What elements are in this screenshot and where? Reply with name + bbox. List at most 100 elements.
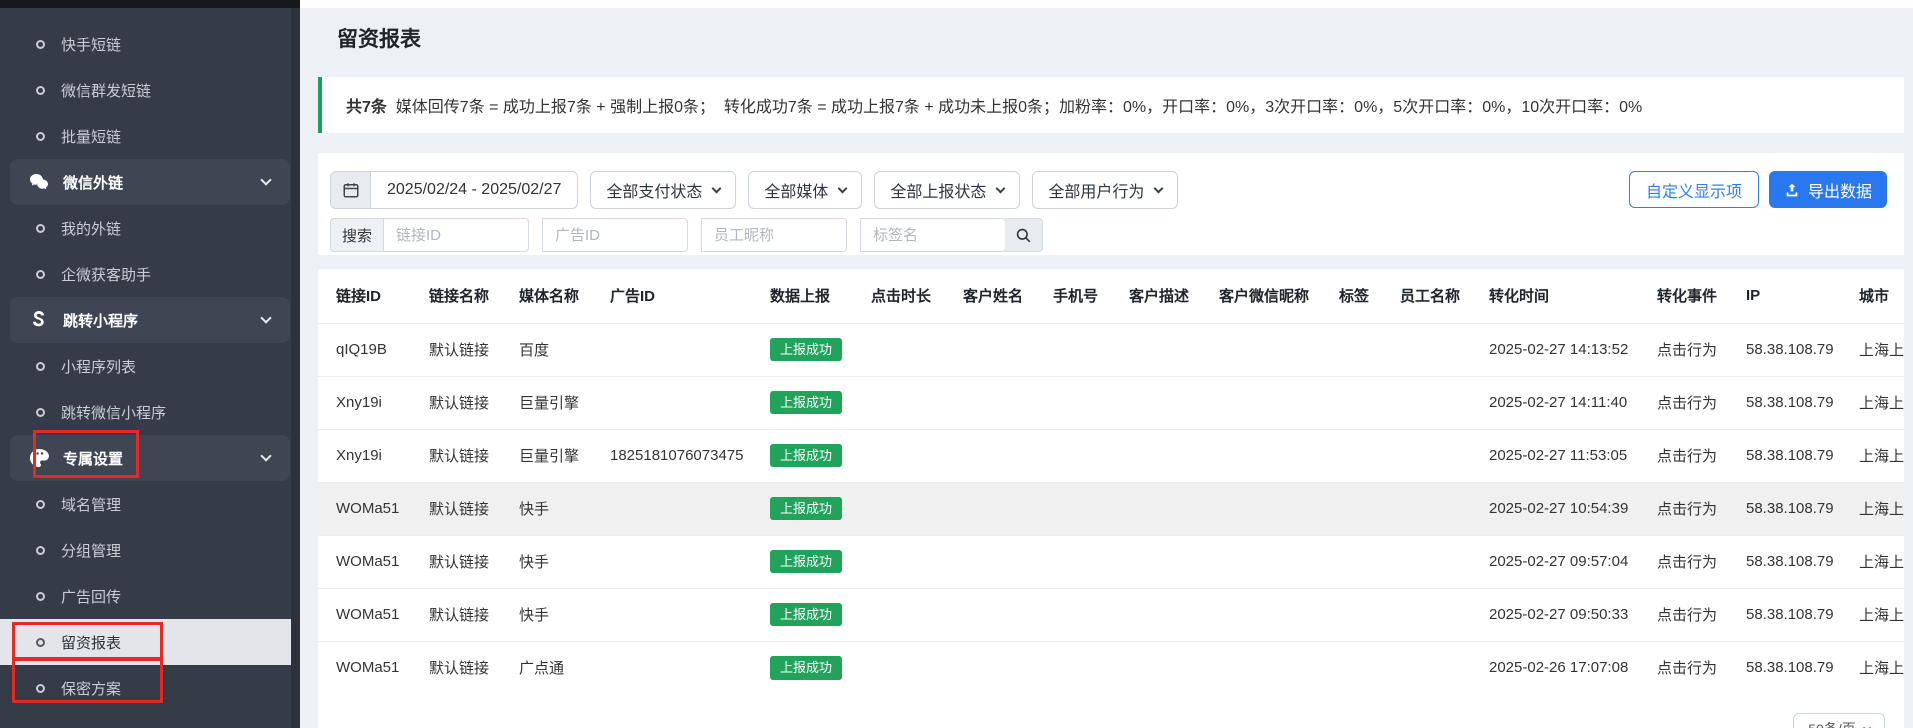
table-header-row: 链接ID 链接名称 媒体名称 广告ID 数据上报 点击时长 客户姓名 手机号 — [318, 269, 1904, 323]
cell-report-status: 上报成功 — [770, 323, 871, 376]
cell-customer-name — [963, 376, 1053, 429]
sidebar-item[interactable]: 跳转微信小程序 — [0, 389, 300, 435]
cell-customer-desc — [1129, 323, 1219, 376]
search-input[interactable] — [542, 218, 688, 252]
sidebar-item[interactable]: 分组管理 — [0, 527, 300, 573]
cell-staff-name — [1400, 376, 1489, 429]
cell-click-duration — [871, 482, 963, 535]
filter-actions: 自定义显示项 导出数据 — [1629, 171, 1887, 208]
main-content: 留资报表 共7条 媒体回传7条 = 成功上报7条 + 强制上报0条； 转化成功7… — [300, 0, 1913, 728]
filter-select[interactable]: 全部上报状态 — [874, 171, 1020, 209]
sidebar-item[interactable]: 我的外链 — [0, 205, 300, 251]
status-badge: 上报成功 — [770, 444, 842, 468]
export-data-button[interactable]: 导出数据 — [1769, 171, 1887, 208]
sidebar-item-label: 我的外链 — [61, 218, 121, 239]
cell-city: 上海上海市 — [1859, 535, 1904, 588]
page-size-select[interactable]: 50条/页 — [1793, 713, 1885, 728]
column-header: 标签 — [1339, 269, 1400, 323]
table-row[interactable]: WOMa51 默认链接 快手 上报成功 — [318, 535, 1904, 588]
cell-report-status: 上报成功 — [770, 588, 871, 641]
chevron-down-icon — [1154, 183, 1164, 193]
sidebar-item[interactable]: 快手短链 — [0, 21, 300, 67]
cell-customer-desc — [1129, 482, 1219, 535]
cell-link-name: 默认链接 — [429, 482, 519, 535]
cell-customer-desc — [1129, 641, 1219, 694]
sidebar-item[interactable] — [0, 711, 300, 728]
cell-link-id: Xny19i — [318, 429, 429, 482]
filter-select[interactable]: 全部用户行为 — [1032, 171, 1178, 209]
date-range-picker[interactable]: 2025/02/24 - 2025/02/27 — [330, 171, 578, 209]
cell-link-name: 默认链接 — [429, 588, 519, 641]
sidebar-item[interactable]: 企微获客助手 — [0, 251, 300, 297]
search-button[interactable] — [1005, 218, 1043, 252]
sidebar-item-label: 分组管理 — [61, 540, 121, 561]
sidebar-item[interactable]: 保密方案 — [0, 665, 300, 711]
column-header: 数据上报 — [770, 269, 871, 323]
cell-conversion-time: 2025-02-27 09:50:33 — [1489, 588, 1657, 641]
sidebar-item[interactable]: 微信群发短链 — [0, 67, 300, 113]
cell-conversion-event: 点击行为 — [1657, 535, 1746, 588]
cell-city: 上海上海市 — [1859, 376, 1904, 429]
chevron-down-icon — [838, 183, 848, 193]
cell-city: 上海上海市 — [1859, 641, 1904, 694]
cell-media: 巨量引擎 — [519, 376, 610, 429]
sidebar-item[interactable]: 微信外链 — [10, 159, 290, 205]
chevron-down-icon — [1862, 723, 1870, 728]
cell-tags — [1339, 323, 1400, 376]
summary-count: 共7条 — [346, 93, 387, 117]
cell-customer-name — [963, 482, 1053, 535]
search-input[interactable] — [383, 218, 529, 252]
table-row[interactable]: WOMa51 默认链接 快手 上报成功 — [318, 482, 1904, 535]
column-header: 手机号 — [1053, 269, 1129, 323]
sidebar-scrollbar[interactable] — [291, 8, 300, 728]
sidebar-item[interactable]: 留资报表 — [0, 619, 300, 665]
cell-media: 快手 — [519, 482, 610, 535]
column-header: 客户姓名 — [963, 269, 1053, 323]
sidebar-item[interactable]: 专属设置 — [10, 435, 290, 481]
cell-conversion-event: 点击行为 — [1657, 376, 1746, 429]
search-input[interactable] — [860, 218, 1006, 252]
cell-staff-name — [1400, 323, 1489, 376]
cell-click-duration — [871, 323, 963, 376]
sidebar-item[interactable]: 域名管理 — [0, 481, 300, 527]
table-row[interactable]: Xny19i 默认链接 巨量引擎 上报成功 — [318, 376, 1904, 429]
sidebar-item[interactable]: 广告回传 — [0, 573, 300, 619]
summary-text: 媒体回传7条 = 成功上报7条 + 强制上报0条； 转化成功7条 = 成功上报7… — [387, 93, 1642, 117]
filter-select[interactable]: 全部媒体 — [748, 171, 862, 209]
column-header: 员工名称 — [1400, 269, 1489, 323]
cell-wechat-nickname — [1219, 588, 1339, 641]
sidebar-item[interactable]: 小程序列表 — [0, 343, 300, 389]
cell-click-duration — [871, 429, 963, 482]
table-row[interactable]: WOMa51 默认链接 广点通 上报成功 — [318, 641, 1904, 694]
cell-media: 百度 — [519, 323, 610, 376]
column-header: 链接名称 — [429, 269, 519, 323]
sidebar-item-label: 广告回传 — [61, 586, 121, 607]
cell-wechat-nickname — [1219, 641, 1339, 694]
table-row[interactable]: WOMa51 默认链接 快手 上报成功 — [318, 588, 1904, 641]
cell-customer-name — [963, 535, 1053, 588]
table-row[interactable]: Xny19i 默认链接 巨量引擎 1825181076073475 上报成功 — [318, 429, 1904, 482]
cell-link-name: 默认链接 — [429, 323, 519, 376]
cell-customer-desc — [1129, 429, 1219, 482]
cell-city: 上海上海市 — [1859, 429, 1904, 482]
sidebar-item-label: 小程序列表 — [61, 356, 136, 377]
search-label: 搜索 — [330, 218, 384, 252]
cell-ip: 58.38.108.79 — [1746, 429, 1859, 482]
bullet-icon — [36, 684, 45, 693]
sidebar-item-label: 快手短链 — [61, 34, 121, 55]
customize-columns-button[interactable]: 自定义显示项 — [1629, 171, 1759, 208]
filter-select[interactable]: 全部支付状态 — [590, 171, 736, 209]
search-row: 搜索 — [330, 218, 1043, 252]
cell-tags — [1339, 376, 1400, 429]
filter-select-value: 全部上报状态 — [890, 178, 986, 202]
cell-link-id: WOMa51 — [318, 482, 429, 535]
cell-conversion-time: 2025-02-27 14:11:40 — [1489, 376, 1657, 429]
table-card: 链接ID 链接名称 媒体名称 广告ID 数据上报 点击时长 客户姓名 手机号 — [318, 269, 1904, 728]
cell-wechat-nickname — [1219, 535, 1339, 588]
status-badge: 上报成功 — [770, 391, 842, 415]
sidebar-item[interactable]: 批量短链 — [0, 113, 300, 159]
table-row[interactable]: qIQ19B 默认链接 百度 上报成功 — [318, 323, 1904, 376]
sidebar-item[interactable]: 跳转小程序 — [10, 297, 290, 343]
cell-link-id: WOMa51 — [318, 588, 429, 641]
search-input[interactable] — [701, 218, 847, 252]
